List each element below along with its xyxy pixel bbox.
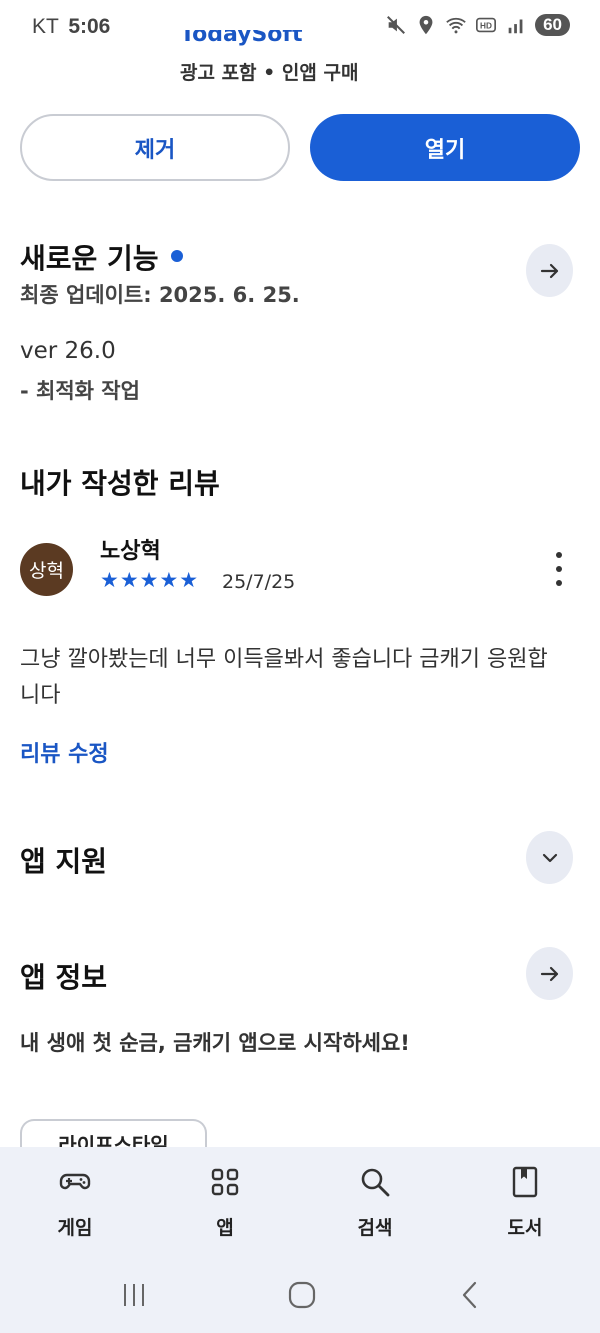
- status-left: KT 5:06: [32, 15, 110, 39]
- home-icon: [288, 1281, 316, 1309]
- edit-review-link[interactable]: 리뷰 수정: [20, 736, 109, 768]
- recent-apps-button[interactable]: [114, 1277, 154, 1313]
- arrow-right-icon: [540, 263, 558, 278]
- whats-new-heading: 새로운 기능: [20, 237, 183, 277]
- ad-info-label: 광고 포함 • 인앱 구매: [180, 62, 359, 84]
- back-icon: [462, 1281, 477, 1309]
- book-icon: [512, 1166, 538, 1198]
- last-updated: 최종 업데이트: 2025. 6. 25.: [20, 283, 300, 307]
- nav-label-games: 게임: [57, 1217, 93, 1239]
- apps-grid-icon: [211, 1168, 239, 1196]
- nav-item-games[interactable]: 게임: [0, 1147, 150, 1259]
- version-label: ver 26.0: [20, 338, 116, 364]
- status-icons: HD 60: [385, 14, 570, 36]
- avatar: 상혁: [20, 543, 73, 596]
- home-button[interactable]: [282, 1277, 322, 1313]
- bottom-nav: 게임 앱 검색 도서: [0, 1147, 600, 1259]
- more-options-icon[interactable]: [548, 552, 570, 586]
- mute-icon: [387, 16, 406, 34]
- battery-level: 60: [535, 14, 570, 36]
- my-review-title: 내가 작성한 리뷰: [20, 467, 220, 500]
- review-date: 25/7/25: [222, 571, 296, 593]
- whats-new-arrow-button[interactable]: [526, 244, 573, 297]
- system-nav-bar: [0, 1259, 600, 1333]
- clock: 5:06: [68, 15, 111, 38]
- developer-link[interactable]: TodaySoft: [180, 30, 303, 48]
- new-indicator-dot: [170, 250, 183, 262]
- hd-icon: HD: [476, 17, 497, 33]
- open-button[interactable]: 열기: [310, 114, 580, 181]
- carrier-label: KT: [32, 15, 59, 38]
- nav-item-search[interactable]: 검색: [300, 1147, 450, 1259]
- release-notes: - 최적화 작업: [20, 379, 140, 403]
- nav-item-books[interactable]: 도서: [450, 1147, 600, 1259]
- whats-new-title: 새로운 기능: [20, 242, 159, 275]
- app-support-expand-button[interactable]: [526, 831, 573, 884]
- app-info-title: 앱 정보: [20, 961, 108, 994]
- reviewer-name: 노상혁: [100, 539, 161, 564]
- location-icon: [419, 15, 433, 35]
- wifi-icon: [446, 17, 466, 34]
- review-text: 그냥 깔아봤는데 너무 이득을봐서 좋습니다 금캐기 응원합니다: [20, 647, 548, 708]
- signal-icon: [508, 19, 523, 34]
- nav-item-apps[interactable]: 앱: [150, 1147, 300, 1259]
- arrow-right-icon: [540, 966, 558, 981]
- svg-text:HD: HD: [480, 22, 492, 31]
- recent-apps-icon: [124, 1284, 144, 1306]
- chevron-down-icon: [542, 853, 557, 862]
- app-description: 내 생애 첫 순금, 금캐기 앱으로 시작하세요!: [20, 1031, 410, 1055]
- gamepad-icon: [59, 1173, 91, 1190]
- search-icon: [361, 1168, 390, 1197]
- remove-button[interactable]: 제거: [20, 114, 290, 181]
- app-info-arrow-button[interactable]: [526, 947, 573, 1000]
- nav-label-search: 검색: [357, 1217, 393, 1239]
- rating-stars: ★★★★★: [100, 568, 200, 592]
- nav-label-apps: 앱: [216, 1217, 234, 1239]
- back-button[interactable]: [450, 1277, 490, 1313]
- nav-label-books: 도서: [507, 1217, 543, 1239]
- app-support-title: 앱 지원: [20, 845, 108, 878]
